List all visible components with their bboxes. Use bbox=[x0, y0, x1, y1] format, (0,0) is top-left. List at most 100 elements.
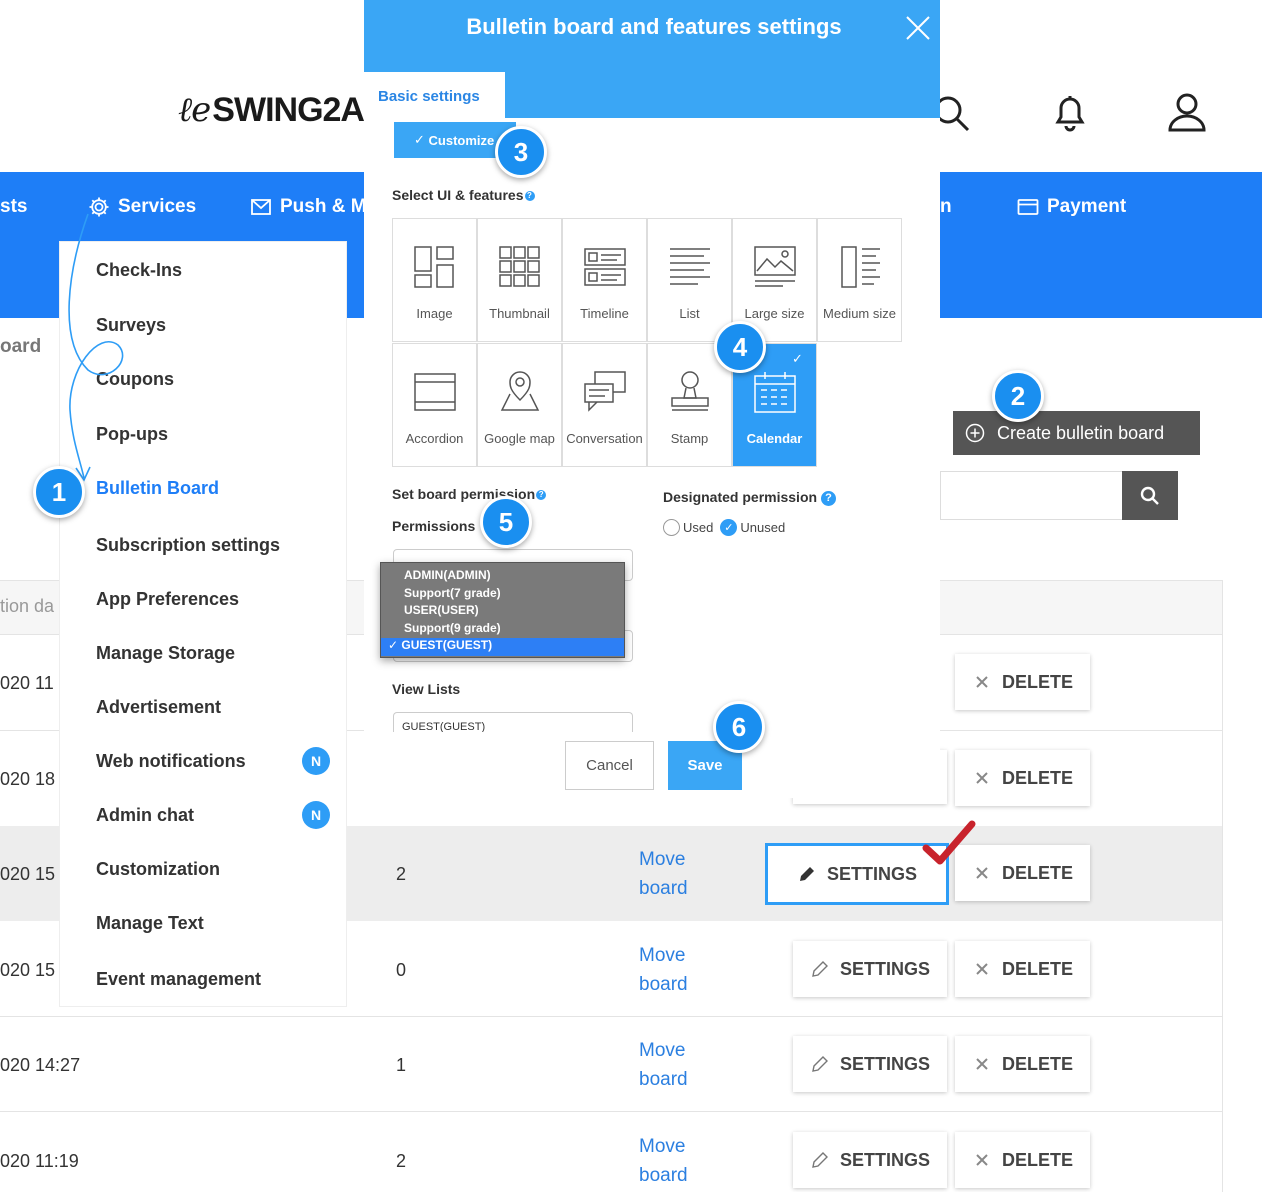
select-ui-label: Select UI & features? bbox=[392, 187, 535, 203]
menu-item-advertisement[interactable]: Advertisement bbox=[96, 697, 221, 718]
tile-google-map[interactable]: Google map bbox=[477, 343, 562, 467]
permissions-label: Permissions bbox=[392, 518, 476, 534]
tile-timeline[interactable]: Timeline bbox=[562, 218, 647, 342]
tile-conversation[interactable]: Conversation bbox=[562, 343, 647, 467]
create-bulletin-board-button[interactable]: Create bulletin board bbox=[953, 411, 1200, 455]
row-date: 020 14:27 bbox=[0, 1055, 81, 1075]
option-support-9[interactable]: Support(9 grade) bbox=[381, 621, 624, 639]
permission-options-list: ADMIN(ADMIN) Support(7 grade) USER(USER)… bbox=[380, 562, 625, 658]
user-icon[interactable] bbox=[1165, 90, 1209, 134]
row-date: 020 11 bbox=[0, 673, 54, 693]
row-post-count: 0 bbox=[396, 960, 407, 980]
close-icon bbox=[976, 963, 988, 975]
delete-button[interactable]: DELETE bbox=[955, 750, 1090, 806]
nav-item-posts[interactable]: sts bbox=[0, 196, 27, 218]
row-post-count: 2 bbox=[396, 1151, 407, 1171]
menu-item-event-management[interactable]: Event management bbox=[96, 969, 261, 990]
option-admin[interactable]: ADMIN(ADMIN) bbox=[381, 568, 624, 586]
search-input[interactable] bbox=[940, 471, 1122, 520]
move-board-link[interactable]: Move board bbox=[639, 845, 688, 903]
menu-item-web-notifications[interactable]: Web notifications bbox=[96, 751, 246, 772]
row-date: 020 15 bbox=[0, 960, 56, 980]
close-icon bbox=[976, 676, 988, 688]
delete-button[interactable]: DELETE bbox=[955, 1132, 1090, 1188]
table-right-border bbox=[1222, 580, 1223, 1192]
delete-button[interactable]: DELETE bbox=[955, 941, 1090, 997]
pencil-icon bbox=[812, 1056, 828, 1072]
calendar-icon bbox=[753, 372, 796, 413]
stamp-icon bbox=[670, 371, 709, 411]
search-button[interactable] bbox=[1122, 471, 1178, 520]
radio-used[interactable] bbox=[663, 519, 680, 536]
row-date: 020 18 bbox=[0, 769, 56, 789]
cancel-button[interactable]: Cancel bbox=[565, 741, 654, 790]
view-lists-label: View Lists bbox=[392, 681, 461, 697]
menu-item-subscription-settings[interactable]: Subscription settings bbox=[96, 535, 280, 556]
tab-basic-settings[interactable]: Basic settings bbox=[364, 72, 505, 118]
menu-item-manage-text[interactable]: Manage Text bbox=[96, 913, 204, 934]
large-image-icon bbox=[753, 246, 796, 287]
menu-item-manage-storage[interactable]: Manage Storage bbox=[96, 643, 235, 664]
settings-button[interactable]: SETTINGS bbox=[793, 941, 947, 997]
search-icon bbox=[1140, 486, 1159, 505]
nav-item-push[interactable]: Push & Me bbox=[250, 196, 377, 218]
nav-item-partial[interactable]: n bbox=[940, 196, 952, 218]
pencil-icon bbox=[812, 961, 828, 977]
menu-item-customization[interactable]: Customization bbox=[96, 859, 220, 880]
step-marker-6: 6 bbox=[713, 701, 765, 753]
tile-thumbnail[interactable]: Thumbnail bbox=[477, 218, 562, 342]
step-marker-5: 5 bbox=[480, 496, 532, 548]
step-marker-1: 1 bbox=[33, 466, 85, 518]
accordion-icon bbox=[413, 373, 456, 411]
option-support-7[interactable]: Support(7 grade) bbox=[381, 586, 624, 604]
medium-layout-icon bbox=[840, 246, 880, 288]
mail-icon bbox=[251, 199, 271, 215]
move-board-link[interactable]: Move board bbox=[639, 941, 688, 999]
check-icon: ✓ bbox=[414, 132, 429, 147]
logo-mark-icon: ℓe bbox=[178, 90, 211, 130]
selected-check-icon: ✓ bbox=[792, 351, 803, 366]
radio-unused[interactable]: ✓ bbox=[720, 519, 738, 536]
menu-item-admin-chat[interactable]: Admin chat bbox=[96, 805, 194, 826]
breadcrumb: oard bbox=[0, 336, 42, 357]
step-marker-2: 2 bbox=[992, 370, 1044, 422]
close-icon[interactable] bbox=[904, 14, 932, 42]
image-layout-icon bbox=[413, 246, 454, 288]
app-logo[interactable]: ℓeSWING2A bbox=[178, 90, 365, 130]
delete-button[interactable]: DELETE bbox=[955, 654, 1090, 710]
pencil-icon bbox=[799, 867, 814, 881]
tile-list[interactable]: List bbox=[647, 218, 732, 342]
card-icon bbox=[1017, 199, 1039, 215]
designated-permission-radios: Used ✓ Unused bbox=[663, 519, 785, 536]
menu-item-app-preferences[interactable]: App Preferences bbox=[96, 589, 239, 610]
settings-button[interactable]: SETTINGS bbox=[793, 1132, 947, 1188]
column-header-creation-date: tion da bbox=[0, 596, 55, 616]
tile-medium-size[interactable]: Medium size bbox=[817, 218, 902, 342]
help-icon[interactable]: ? bbox=[524, 191, 535, 202]
bell-icon[interactable] bbox=[1048, 90, 1092, 134]
set-board-permission-label: Set board permission? bbox=[392, 486, 547, 502]
new-badge: N bbox=[302, 747, 330, 775]
help-icon[interactable]: ? bbox=[820, 490, 836, 506]
help-icon[interactable]: ? bbox=[536, 490, 547, 501]
option-user[interactable]: USER(USER) bbox=[381, 603, 624, 621]
tile-image[interactable]: Image bbox=[392, 218, 477, 342]
delete-button[interactable]: DELETE bbox=[955, 1036, 1090, 1092]
designated-permission-label: Designated permission ? bbox=[663, 489, 836, 506]
chat-bubbles-icon bbox=[583, 371, 626, 412]
tile-accordion[interactable]: Accordion bbox=[392, 343, 477, 467]
row-divider bbox=[0, 1016, 1222, 1017]
move-board-link[interactable]: Move board bbox=[639, 1132, 688, 1190]
step-marker-3: 3 bbox=[495, 126, 547, 178]
close-icon bbox=[976, 772, 988, 784]
view-lists-select[interactable]: GUEST(GUEST) bbox=[393, 712, 633, 732]
modal-title: Bulletin board and features settings bbox=[466, 14, 842, 39]
option-guest-selected[interactable]: ✓ GUEST(GUEST) bbox=[381, 638, 624, 656]
move-board-link[interactable]: Move board bbox=[639, 1036, 688, 1094]
settings-button[interactable]: SETTINGS bbox=[793, 1036, 947, 1092]
close-icon bbox=[976, 1154, 988, 1166]
list-icon bbox=[669, 248, 710, 285]
row-divider bbox=[0, 1111, 1222, 1112]
check-icon: ✓ bbox=[388, 638, 402, 652]
nav-item-payment[interactable]: Payment bbox=[1017, 196, 1126, 218]
